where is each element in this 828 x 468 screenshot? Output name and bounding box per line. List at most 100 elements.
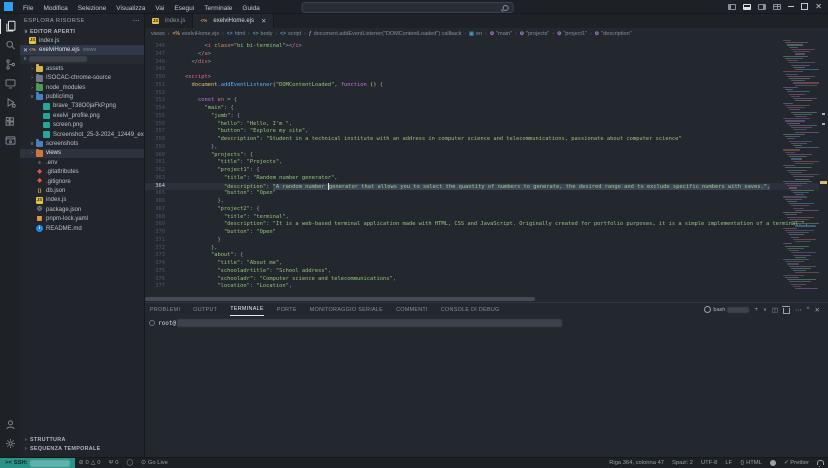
menu-modifica[interactable]: Modifica: [38, 5, 72, 12]
terminal-dropdown-icon[interactable]: ∨: [763, 307, 767, 313]
panel-tab-output[interactable]: OUTPUT: [193, 304, 217, 316]
code-line-346[interactable]: 346 <i class="bi bi-terminal"></i>: [145, 43, 828, 51]
code-line-377[interactable]: 377 "location": "Location",: [145, 283, 828, 291]
breadcrumb-item[interactable]: ⚙"projects": [520, 31, 550, 37]
tree-item[interactable]: ◆.gitignore: [20, 177, 144, 186]
sync-indicator[interactable]: ◯: [123, 460, 138, 466]
breadcrumb-item[interactable]: <>body: [253, 31, 273, 37]
breadcrumb-item[interactable]: ƒdocument.addEventListener("DOMContentLo…: [309, 31, 462, 37]
encoding-setting[interactable]: UTF-8: [697, 460, 721, 466]
open-editor-item[interactable]: JSindex.js: [20, 36, 144, 45]
tree-item[interactable]: ▦pnpm-lock.yaml: [20, 214, 144, 223]
code-line-356[interactable]: 356 "hello": "Hello, I'm ",: [145, 121, 828, 129]
timeline-section[interactable]: › SEQUENZA TEMPORALE: [20, 444, 144, 453]
minimap[interactable]: [783, 40, 819, 296]
tree-item[interactable]: ›assets: [20, 64, 144, 73]
close-icon[interactable]: ✕: [22, 47, 29, 54]
tree-item[interactable]: ›views: [20, 149, 144, 158]
ports-indicator[interactable]: Ψ 0: [104, 460, 122, 466]
settings-gear-icon[interactable]: [0, 434, 20, 453]
close-panel-icon[interactable]: ✕: [815, 306, 820, 314]
tree-item[interactable]: screen.png: [20, 121, 144, 130]
live-preview-icon[interactable]: [0, 131, 20, 150]
problems-indicator[interactable]: ⊘ 0 △ 0: [75, 460, 105, 466]
remote-indicator[interactable]: >< SSH:: [0, 458, 75, 468]
menu-selezione[interactable]: Selezione: [73, 5, 112, 12]
code-line-350[interactable]: 350 <script>: [145, 74, 828, 82]
code-line-375[interactable]: 375 "schooladrtitle": "School address",: [145, 268, 828, 276]
menu-vai[interactable]: Vai: [150, 5, 169, 12]
breadcrumb-item[interactable]: ⚙"main": [490, 31, 512, 37]
menu-guida[interactable]: Guida: [237, 5, 264, 12]
menu-file[interactable]: File: [18, 5, 38, 12]
panel-tab-porte[interactable]: PORTE: [277, 304, 297, 316]
code-line-353[interactable]: 353 const en = {: [145, 97, 828, 105]
panel-tab-monitoraggio-seriale[interactable]: MONITORAGGIO SERIALE: [310, 304, 383, 316]
explorer-more-actions-icon[interactable]: ⋯: [133, 17, 140, 25]
breadcrumb-item[interactable]: <>script: [280, 31, 301, 37]
code-line-370[interactable]: 370 "button": "Open": [145, 229, 828, 237]
tree-item[interactable]: ∨public/img: [20, 92, 144, 101]
code-line-347[interactable]: 347 </a>: [145, 51, 828, 59]
code-line-357[interactable]: 357 "button": "Explore my site",: [145, 128, 828, 136]
open-editors-section[interactable]: ∨ EDITOR APERTI: [20, 27, 144, 36]
code-line-369[interactable]: 369 "description": "It is a web-based te…: [145, 221, 828, 229]
code-line-373[interactable]: 373 "about": {: [145, 252, 828, 260]
terminal-shell-chip[interactable]: bash: [704, 306, 749, 313]
extensions-icon[interactable]: [0, 112, 20, 131]
explorer-icon[interactable]: [0, 17, 20, 36]
split-terminal-icon[interactable]: ◫: [772, 306, 778, 314]
terminal-prompt-line[interactable]: root@: [149, 319, 828, 327]
code-line-376[interactable]: 376 "schooladr": "Computer science and t…: [145, 276, 828, 284]
github-status[interactable]: [766, 460, 780, 466]
open-editor-item[interactable]: ✕<%exelviHome.ejsviews: [20, 45, 144, 54]
code-line-371[interactable]: 371 }: [145, 237, 828, 245]
menu-terminale[interactable]: Terminale: [199, 5, 237, 12]
code-line-361[interactable]: 361 "title": "Projects",: [145, 159, 828, 167]
close-tab-icon[interactable]: ✕: [261, 17, 266, 25]
menu-esegui[interactable]: Esegui: [169, 5, 199, 12]
indentation-setting[interactable]: Spazi: 2: [668, 460, 697, 466]
panel-tab-console-di-debug[interactable]: CONSOLE DI DEBUG: [441, 304, 500, 316]
formatter-status[interactable]: ✓ Prettier: [780, 460, 813, 466]
panel-tab-problemi[interactable]: PROBLEMI: [150, 304, 180, 316]
notifications-bell[interactable]: [813, 461, 828, 465]
language-mode[interactable]: {} HTML: [736, 460, 766, 466]
code-editor[interactable]: 346 <i class="bi bi-terminal"></i>347 </…: [145, 40, 828, 302]
code-line-374[interactable]: 374 "title": "About me",: [145, 260, 828, 268]
search-sidebar-icon[interactable]: [0, 36, 20, 55]
eol-setting[interactable]: LF: [721, 460, 736, 466]
toggle-sidebar-icon[interactable]: [728, 4, 736, 10]
minimize-button[interactable]: [788, 6, 794, 7]
tree-item[interactable]: iREADME.md: [20, 224, 144, 233]
code-line-364[interactable]: 364 "description": "A random number gene…: [145, 183, 828, 191]
panel-tab-commenti[interactable]: COMMENTI: [396, 304, 428, 316]
breadcrumb-item[interactable]: <>html: [227, 31, 245, 37]
code-line-359[interactable]: 359 },: [145, 144, 828, 152]
kill-terminal-icon[interactable]: [783, 308, 790, 314]
code-line-348[interactable]: 348 </div>: [145, 59, 828, 67]
code-line-355[interactable]: 355 "jumb": {: [145, 113, 828, 121]
tree-item[interactable]: ◆.gitattributes: [20, 167, 144, 176]
tree-item[interactable]: Screenshot_25-3-2024_12449_exelvi...: [20, 130, 144, 139]
cursor-position[interactable]: Riga 364, colonna 47: [605, 460, 668, 466]
tab-index.js[interactable]: JSindex.js: [145, 14, 193, 28]
panel-tab-terminale[interactable]: TERMINALE: [230, 303, 264, 316]
toggle-panel-icon[interactable]: [743, 4, 751, 10]
code-line-363[interactable]: 363 "title": "Random number generator",: [145, 175, 828, 183]
maximize-button[interactable]: [801, 3, 808, 10]
maximize-panel-icon[interactable]: ^: [806, 306, 809, 313]
horizontal-scrollbar[interactable]: [145, 297, 535, 301]
run-and-debug-icon[interactable]: [0, 93, 20, 112]
code-line-365[interactable]: 365 "button": "Open": [145, 190, 828, 198]
toggle-secondary-sidebar-icon[interactable]: [758, 4, 766, 10]
code-line-360[interactable]: 360 "projects": {: [145, 152, 828, 160]
code-line-352[interactable]: 352: [145, 90, 828, 98]
breadcrumb-item[interactable]: ▣en: [469, 31, 482, 37]
close-button[interactable]: ✕: [815, 3, 822, 11]
tab-exelviHome.ejs[interactable]: <%exelviHome.ejs✕: [193, 14, 274, 28]
tree-item[interactable]: ›node_modules: [20, 83, 144, 92]
go-live-button[interactable]: ⊙ Go Live: [137, 460, 172, 466]
customize-layout-icon[interactable]: [773, 4, 781, 10]
outline-section[interactable]: › STRUTTURA: [20, 435, 144, 444]
